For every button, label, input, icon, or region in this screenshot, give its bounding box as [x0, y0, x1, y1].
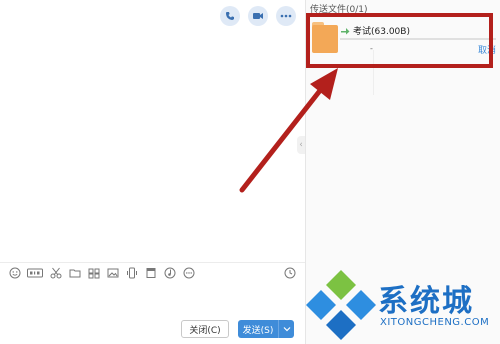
more-icon[interactable]	[182, 266, 195, 279]
emoji-icon[interactable]	[8, 266, 21, 279]
video-call-button[interactable]	[248, 6, 268, 26]
watermark-text-cn: 系统城	[378, 284, 474, 319]
video-camera-icon	[253, 13, 263, 19]
annotation-arrow	[239, 68, 338, 193]
more-options-button[interactable]	[276, 6, 296, 26]
image-gallery-icon[interactable]	[87, 266, 100, 279]
input-separator	[0, 262, 305, 263]
gif-icon[interactable]	[27, 266, 43, 279]
watermark-diamond-icon	[306, 270, 376, 340]
chat-top-actions	[220, 6, 296, 26]
send-options-dropdown[interactable]	[278, 320, 294, 338]
image-icon[interactable]	[106, 266, 119, 279]
close-button[interactable]: 关闭(C)	[181, 320, 229, 338]
history-clock-icon[interactable]	[283, 266, 296, 279]
archive-icon[interactable]	[144, 266, 157, 279]
music-icon[interactable]	[163, 266, 176, 279]
ellipsis-icon	[280, 14, 292, 18]
voice-call-button[interactable]	[220, 6, 240, 26]
watermark-text-en: XITONGCHENG.COM	[380, 317, 490, 328]
chevron-down-icon	[283, 327, 290, 332]
input-toolbar	[8, 266, 195, 279]
scissors-icon[interactable]	[49, 266, 62, 279]
phone-screen-icon[interactable]	[125, 266, 138, 279]
phone-icon	[226, 12, 234, 20]
folder-icon[interactable]	[68, 266, 81, 279]
send-button[interactable]: 发送(S)	[238, 320, 278, 338]
